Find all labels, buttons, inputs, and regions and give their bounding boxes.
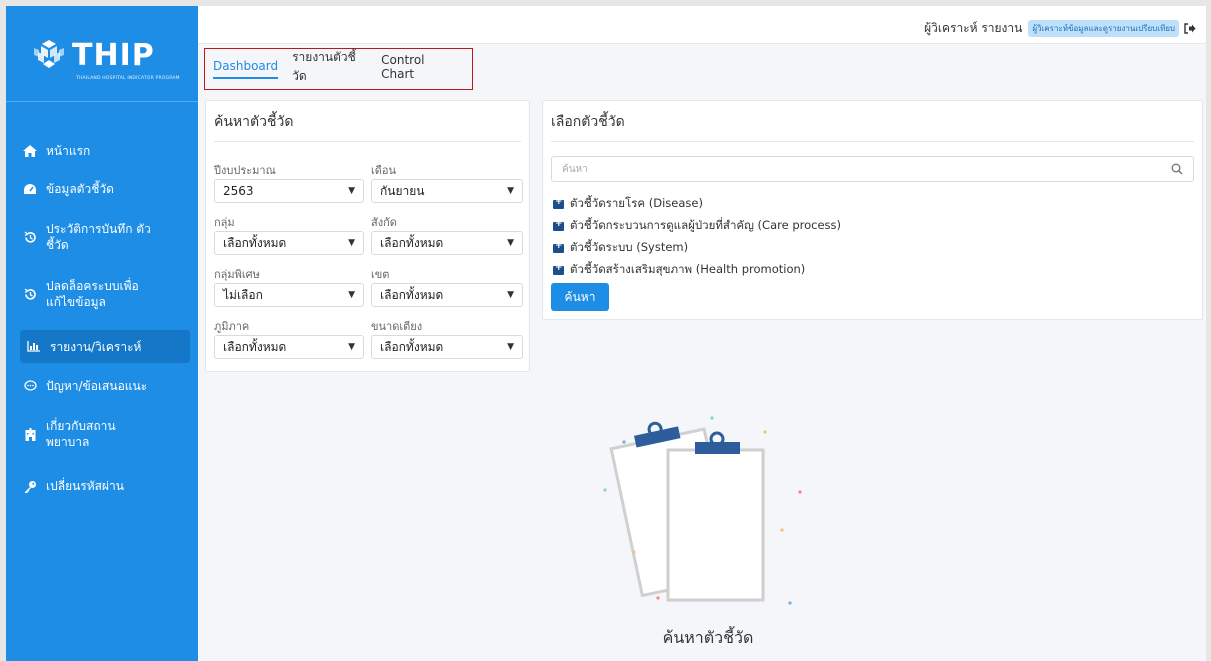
brand-title: THIP: [72, 38, 155, 73]
sidebar-item-label: เปลี่ยนรหัสผ่าน: [46, 479, 124, 493]
folder-plus-icon: [553, 219, 564, 231]
sidebar-item-home[interactable]: หน้าแรก: [22, 143, 190, 159]
sidebar-item-label: เกี่ยวกับสถาน พยาบาล: [46, 419, 116, 449]
zone-label: เขต: [371, 268, 390, 281]
history-icon: [22, 229, 38, 245]
sidebar-item-history[interactable]: ประวัติการบันทึก ตัวชี้วัด: [22, 221, 190, 253]
chevron-down-icon: ▼: [348, 290, 355, 300]
folder-plus-icon: [553, 241, 564, 253]
panel-title: เลือกตัวชี้วัด: [551, 114, 625, 130]
sidebar-item-feedback[interactable]: ปัญหา/ข้อเสนอแนะ: [22, 378, 190, 394]
zone-select[interactable]: เลือกทั้งหมด ▼: [371, 283, 523, 307]
affiliation-label: สังกัด: [371, 216, 397, 229]
select-indicator-panel: เลือกตัวชี้วัด ค้นหา ตัวชี้วัดรายโรค (Di…: [542, 100, 1203, 320]
sidebar-item-hospital[interactable]: เกี่ยวกับสถาน พยาบาล: [22, 418, 190, 450]
select-value: ไม่เลือก: [223, 287, 263, 302]
report-tabs: Dashboard รายงานตัวชี้วัด Control Chart: [204, 48, 473, 90]
brand-subtitle: THAILAND HOSPITAL INDICATOR PROGRAM: [76, 76, 180, 81]
chevron-down-icon: ▼: [348, 342, 355, 352]
chevron-down-icon: ▼: [507, 238, 514, 248]
indicator-search-input[interactable]: ค้นหา: [551, 156, 1194, 182]
sidebar: THIP THAILAND HOSPITAL INDICATOR PROGRAM…: [6, 6, 198, 661]
tab-dashboard[interactable]: Dashboard: [213, 59, 279, 79]
select-value: 2563: [223, 184, 254, 198]
sidebar-item-unlock[interactable]: ปลดล็อคระบบเพื่อ แก้ไขข้อมูล: [22, 278, 190, 310]
group-label: กลุ่ม: [214, 216, 235, 229]
user-info: ผู้วิเคราะห์ รายงาน ผู้วิเคราะห์ข้อมูลแล…: [924, 19, 1196, 38]
bed-size-select[interactable]: เลือกทั้งหมด ▼: [371, 335, 523, 359]
top-bar: ผู้วิเคราะห์ รายงาน ผู้วิเคราะห์ข้อมูลแล…: [198, 6, 1206, 44]
folder-plus-icon: [553, 197, 564, 209]
sidebar-item-label: ประวัติการบันทึก ตัวชี้วัด: [46, 222, 151, 252]
sidebar-item-label: ปัญหา/ข้อเสนอแนะ: [46, 379, 148, 393]
sign-out-icon[interactable]: [1184, 23, 1196, 34]
panel-title: ค้นหาตัวชี้วัด: [214, 114, 294, 130]
search-indicator-panel: ค้นหาตัวชี้วัด ปีงบประมาณ เดือน 2563 ▼ ก…: [205, 100, 530, 372]
fiscal-year-select[interactable]: 2563 ▼: [214, 179, 364, 203]
select-value: กันยายน: [380, 183, 425, 198]
sidebar-item-label: หน้าแรก: [46, 144, 91, 158]
search-button[interactable]: ค้นหา: [551, 283, 609, 311]
select-value: เลือกทั้งหมด: [380, 287, 444, 302]
tab-indicator-report[interactable]: รายงานตัวชี้วัด: [292, 48, 367, 90]
month-label: เดือน: [371, 164, 397, 177]
month-select[interactable]: กันยายน ▼: [371, 179, 523, 203]
sidebar-item-change-password[interactable]: เปลี่ยนรหัสผ่าน: [22, 478, 190, 494]
user-name: ผู้วิเคราะห์ รายงาน: [924, 21, 1023, 35]
chevron-down-icon: ▼: [348, 238, 355, 248]
sidebar-item-reports[interactable]: รายงาน/วิเคราะห์: [20, 330, 190, 363]
chevron-down-icon: ▼: [507, 342, 514, 352]
panel-divider: [551, 141, 1194, 142]
sidebar-item-label: รายงาน/วิเคราะห์: [50, 339, 142, 354]
dashboard-icon: [22, 181, 38, 197]
key-icon: [22, 478, 38, 494]
tab-control-chart[interactable]: Control Chart: [381, 53, 458, 85]
fiscal-year-label: ปีงบประมาณ: [214, 164, 276, 177]
select-value: เลือกทั้งหมด: [380, 235, 444, 250]
affiliation-select[interactable]: เลือกทั้งหมด ▼: [371, 231, 523, 255]
hospital-icon: [22, 426, 38, 442]
tree-item-system[interactable]: ตัวชี้วัดระบบ (System): [553, 239, 688, 257]
cube-logo-icon: [34, 40, 64, 68]
comment-icon: [22, 378, 38, 394]
sidebar-divider: [6, 101, 198, 102]
sidebar-item-label: ปลดล็อคระบบเพื่อ แก้ไขข้อมูล: [46, 279, 139, 309]
clipboard-illustration: [603, 416, 802, 605]
select-value: เลือกทั้งหมด: [223, 235, 287, 250]
home-icon: [22, 143, 38, 159]
chevron-down-icon: ▼: [348, 186, 355, 196]
region-label: ภูมิภาค: [214, 320, 250, 333]
role-badge: ผู้วิเคราะห์ข้อมูลและดูรายงานเปรียบเทียบ: [1028, 20, 1179, 37]
tree-item-care-process[interactable]: ตัวชี้วัดกระบวนการดูแลผู้ป่วยที่สำคัญ (C…: [553, 217, 841, 235]
thip-logo[interactable]: THIP THAILAND HOSPITAL INDICATOR PROGRAM: [32, 38, 182, 86]
chevron-down-icon: ▼: [507, 186, 514, 196]
chevron-down-icon: ▼: [507, 290, 514, 300]
special-group-label: กลุ่มพิเศษ: [214, 268, 260, 281]
sidebar-item-indicators[interactable]: ข้อมูลตัวชี้วัด: [22, 181, 190, 197]
panel-divider: [214, 141, 521, 142]
sidebar-item-label: ข้อมูลตัวชี้วัด: [46, 182, 114, 196]
search-icon[interactable]: [1171, 163, 1183, 175]
special-group-select[interactable]: ไม่เลือก ▼: [214, 283, 364, 307]
chart-icon: [26, 339, 42, 355]
tree-item-label: ตัวชี้วัดระบบ (System): [570, 240, 689, 254]
tree-item-label: ตัวชี้วัดรายโรค (Disease): [570, 196, 703, 210]
tree-item-label: ตัวชี้วัดกระบวนการดูแลผู้ป่วยที่สำคัญ (C…: [570, 218, 842, 232]
select-value: เลือกทั้งหมด: [380, 339, 444, 354]
bed-size-label: ขนาดเตียง: [371, 320, 423, 333]
unlock-history-icon: [22, 286, 38, 302]
group-select[interactable]: เลือกทั้งหมด ▼: [214, 231, 364, 255]
folder-plus-icon: [553, 263, 564, 275]
search-placeholder: ค้นหา: [562, 163, 588, 175]
tree-item-disease[interactable]: ตัวชี้วัดรายโรค (Disease): [553, 195, 703, 213]
tree-item-label: ตัวชี้วัดสร้างเสริมสุขภาพ (Health promot…: [570, 262, 806, 276]
select-value: เลือกทั้งหมด: [223, 339, 287, 354]
empty-state-caption: ค้นหาตัวชี้วัด: [662, 628, 754, 647]
tree-item-health-promotion[interactable]: ตัวชี้วัดสร้างเสริมสุขภาพ (Health promot…: [553, 261, 805, 279]
region-select[interactable]: เลือกทั้งหมด ▼: [214, 335, 364, 359]
